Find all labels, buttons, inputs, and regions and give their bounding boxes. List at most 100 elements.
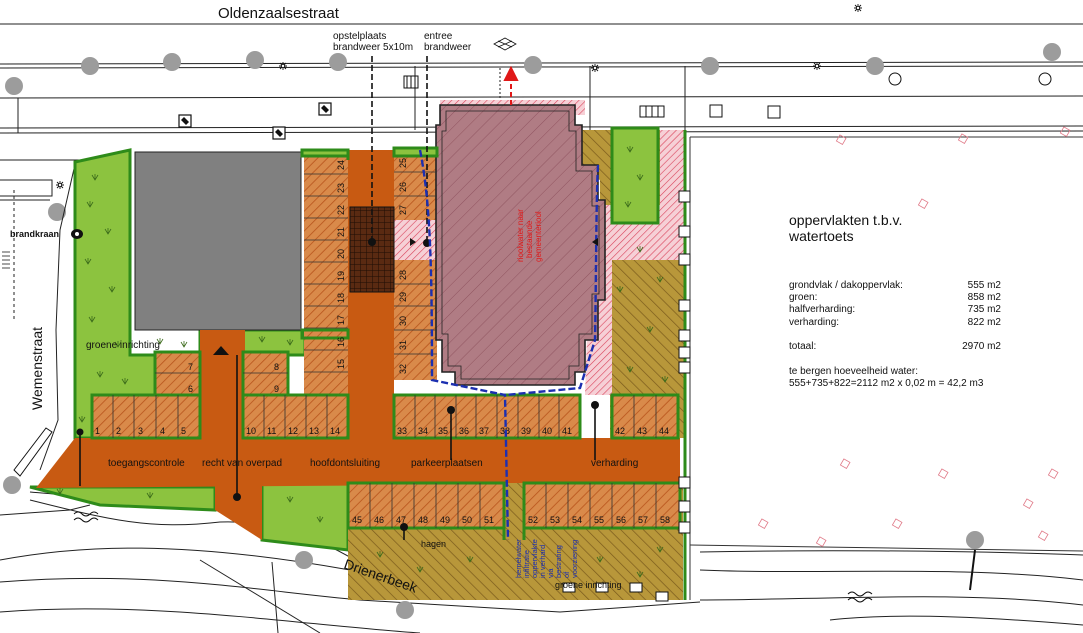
stall-55: 55 bbox=[594, 515, 604, 525]
stall-4: 4 bbox=[160, 426, 165, 436]
panel-title-2: watertoets bbox=[789, 228, 854, 244]
stall-27: 27 bbox=[398, 205, 408, 215]
stall-18: 18 bbox=[336, 293, 346, 303]
stall-14: 14 bbox=[330, 426, 340, 436]
row-groen: groen: 858 m2 bbox=[789, 292, 1001, 304]
stall-8: 8 bbox=[274, 362, 279, 372]
row-value: 735 m2 bbox=[967, 304, 1001, 316]
water-calculation: te bergen hoeveelheid water: 555+735+822… bbox=[789, 366, 1029, 390]
drain-arrow bbox=[503, 65, 519, 105]
central-road bbox=[348, 150, 394, 438]
stall-6: 6 bbox=[188, 384, 193, 394]
row-value: 555 m2 bbox=[967, 280, 1001, 291]
street-wemenstraat: Wemenstraat bbox=[29, 327, 45, 410]
stall-16: 16 bbox=[336, 337, 346, 347]
roof-drain-line-1: rioolwater naar bbox=[516, 209, 525, 262]
stall-33: 33 bbox=[397, 426, 407, 436]
total-value: 2970 m2 bbox=[962, 340, 1001, 352]
label-hoofdontsluiting: hoofdontsluiting bbox=[310, 458, 380, 469]
stall-54: 54 bbox=[572, 515, 582, 525]
stall-46: 46 bbox=[374, 515, 384, 525]
row-value: 822 m2 bbox=[967, 316, 1001, 328]
crossing-symbol bbox=[493, 37, 517, 51]
row-label: groen: bbox=[789, 292, 818, 304]
stall-15: 15 bbox=[336, 359, 346, 369]
row-value: 858 m2 bbox=[967, 292, 1001, 304]
stall-58: 58 bbox=[660, 515, 670, 525]
stall-40: 40 bbox=[542, 426, 552, 436]
stall-10: 10 bbox=[246, 426, 256, 436]
stall-29: 29 bbox=[398, 292, 408, 302]
label-entree-1: entree bbox=[424, 31, 453, 42]
stall-26: 26 bbox=[398, 182, 408, 192]
total-label: totaal: bbox=[789, 340, 817, 352]
stall-21: 21 bbox=[336, 227, 346, 237]
stall-49: 49 bbox=[440, 515, 450, 525]
west-access-road bbox=[200, 330, 245, 438]
stall-12: 12 bbox=[288, 426, 298, 436]
stall-45: 45 bbox=[352, 515, 362, 525]
stall-57: 57 bbox=[638, 515, 648, 525]
stall-48: 48 bbox=[418, 515, 428, 525]
label-groene-inrichting-left: groene inrichting bbox=[86, 340, 160, 351]
stall-36: 36 bbox=[459, 426, 469, 436]
stall-42: 42 bbox=[615, 426, 625, 436]
label-hagen: hagen bbox=[421, 539, 446, 549]
stall-39: 39 bbox=[521, 426, 531, 436]
stall-3: 3 bbox=[138, 426, 143, 436]
watertoets-panel: oppervlakten t.b.v. watertoets grondvlak… bbox=[789, 212, 1029, 390]
square-symbols bbox=[709, 104, 781, 119]
stall-17: 17 bbox=[336, 315, 346, 325]
stall-37: 37 bbox=[479, 426, 489, 436]
hydrant-stripes bbox=[2, 251, 10, 269]
stall-41: 41 bbox=[562, 426, 572, 436]
label-verharding: verharding bbox=[591, 458, 638, 469]
green-area-south bbox=[260, 481, 350, 552]
stall-51: 51 bbox=[484, 515, 494, 525]
roof-drain-line-2: bestaande bbox=[525, 220, 534, 258]
row-label: halfverharding: bbox=[789, 304, 856, 316]
stall-19: 19 bbox=[336, 271, 346, 281]
label-toegangscontrole: toegangscontrole bbox=[108, 458, 185, 469]
existing-building bbox=[134, 151, 302, 331]
stall-53: 53 bbox=[550, 515, 560, 525]
stall-56: 56 bbox=[616, 515, 626, 525]
street-oldenzaalsestraat: Oldenzaalsestraat bbox=[218, 5, 340, 22]
row-halfverharding: halfverharding: 735 m2 bbox=[789, 304, 1001, 316]
row-label: verharding: bbox=[789, 316, 840, 328]
panel-title-1: oppervlakten t.b.v. bbox=[789, 212, 903, 228]
row-label: grondvlak / dakoppervlak: bbox=[789, 280, 903, 291]
stall-24: 24 bbox=[336, 160, 346, 170]
circle-symbols bbox=[888, 72, 1052, 86]
tree-symbols bbox=[178, 102, 332, 140]
calc-line-2: 555+735+822=2112 m2 x 0,02 m = 42,2 m3 bbox=[789, 378, 984, 390]
stall-1: 1 bbox=[95, 426, 100, 436]
stall-25: 25 bbox=[398, 158, 408, 168]
row-verharding: verharding: 822 m2 bbox=[789, 317, 1001, 329]
label-recht-van-overpad: recht van overpad bbox=[202, 458, 282, 469]
label-brandkraan: brandkraan bbox=[10, 229, 59, 239]
label-parkeerplaatsen: parkeerplaatsen bbox=[411, 458, 483, 469]
row-totaal: totaal: 2970 m2 bbox=[789, 341, 1001, 353]
calc-line-1: te bergen hoeveelheid water: bbox=[789, 366, 918, 378]
stall-43: 43 bbox=[637, 426, 647, 436]
stall-2: 2 bbox=[116, 426, 121, 436]
surface-table: grondvlak / dakoppervlak: 555 m2 groen: … bbox=[789, 280, 1029, 353]
stall-28: 28 bbox=[398, 270, 408, 280]
stall-9: 9 bbox=[274, 384, 279, 394]
label-opstelplaats-1: opstelplaats bbox=[333, 31, 386, 42]
label-groene-inrichting-bottom: groene inrichting bbox=[555, 580, 622, 590]
stall-34: 34 bbox=[418, 426, 428, 436]
stall-13: 13 bbox=[309, 426, 319, 436]
row-grondvlak: grondvlak / dakoppervlak: 555 m2 bbox=[789, 280, 1001, 292]
parking-numbers-bottom-right: 42 43 44 bbox=[615, 426, 669, 436]
label-entree-2: brandweer bbox=[424, 42, 472, 53]
stall-30: 30 bbox=[398, 316, 408, 326]
stall-52: 52 bbox=[528, 515, 538, 525]
label-opstelplaats-2: brandweer 5x10m bbox=[333, 42, 413, 53]
stall-5: 5 bbox=[181, 426, 186, 436]
roof-drain-line-3: gemeenteriool bbox=[534, 211, 543, 262]
stall-7: 7 bbox=[188, 362, 193, 372]
stall-31: 31 bbox=[398, 340, 408, 350]
parking-numbers-bottom-center: 33 34 35 36 37 38 39 40 41 bbox=[397, 426, 572, 436]
